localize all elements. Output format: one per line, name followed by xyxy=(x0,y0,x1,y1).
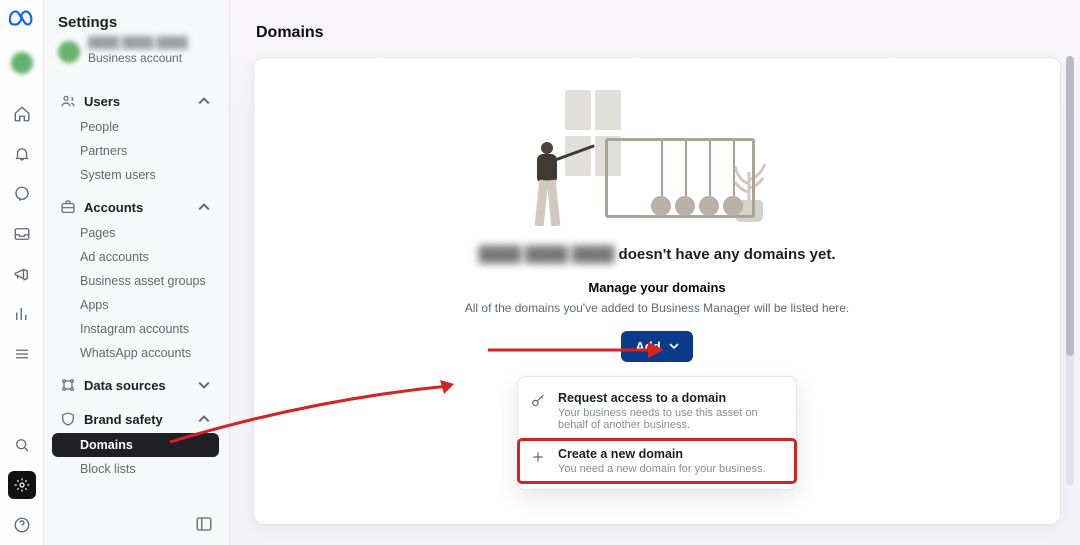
plus-icon xyxy=(530,449,548,467)
sidebar-item-business-asset-groups[interactable]: Business asset groups xyxy=(52,269,219,293)
nav-rail xyxy=(0,0,44,545)
sidebar-group-accounts[interactable]: Accounts xyxy=(52,193,219,221)
sidebar-item-system-users[interactable]: System users xyxy=(52,163,219,187)
home-icon[interactable] xyxy=(12,104,32,124)
main-content: Domains xyxy=(230,0,1080,545)
empty-state-title: ████ ████ ████ doesn't have any domains … xyxy=(478,246,835,264)
sidebar-group-brand-safety[interactable]: Brand safety xyxy=(52,405,219,433)
settings-icon[interactable] xyxy=(8,471,36,499)
menu-item-desc: Your business needs to use this asset on… xyxy=(558,407,778,431)
chat-icon[interactable] xyxy=(12,184,32,204)
users-icon xyxy=(60,93,76,109)
sidebar-group-users[interactable]: Users xyxy=(52,87,219,115)
datasource-icon xyxy=(60,377,76,393)
empty-state-subheading: Manage your domains xyxy=(588,280,725,295)
domains-card: ████ ████ ████ doesn't have any domains … xyxy=(254,58,1060,524)
menu-item-title: Create a new domain xyxy=(558,447,766,461)
megaphone-icon[interactable] xyxy=(12,264,32,284)
sidebar-item-instagram-accounts[interactable]: Instagram accounts xyxy=(52,317,219,341)
collapse-panel-icon[interactable] xyxy=(195,515,215,535)
menu-icon[interactable] xyxy=(12,344,32,364)
scrollbar[interactable] xyxy=(1066,56,1074,486)
empty-state-desc: All of the domains you've added to Busin… xyxy=(465,301,850,315)
business-name: ████ ████ ████ xyxy=(88,37,188,49)
sidebar-item-partners[interactable]: Partners xyxy=(52,139,219,163)
menu-item-title: Request access to a domain xyxy=(558,391,778,405)
sidebar-group-label: Brand safety xyxy=(84,412,163,427)
empty-state-illustration xyxy=(527,86,787,226)
business-avatar xyxy=(58,41,80,63)
sidebar-group-label: Users xyxy=(84,94,120,109)
menu-item-create-domain[interactable]: Create a new domain You need a new domain… xyxy=(518,439,796,483)
add-button[interactable]: Add xyxy=(621,331,692,362)
sidebar-item-pages[interactable]: Pages xyxy=(52,221,219,245)
sidebar-title: Settings xyxy=(58,14,117,31)
key-icon xyxy=(530,393,548,411)
sidebar-item-people[interactable]: People xyxy=(52,115,219,139)
chevron-icon xyxy=(197,94,211,108)
add-button-label: Add xyxy=(635,339,660,354)
sidebar: Settings ████ ████ ████ Business account… xyxy=(44,0,230,545)
inbox-icon[interactable] xyxy=(12,224,32,244)
sidebar-group-label: Accounts xyxy=(84,200,143,215)
sidebar-group-label: Data sources xyxy=(84,378,166,393)
menu-item-desc: You need a new domain for your business. xyxy=(558,463,766,475)
sidebar-item-whatsapp-accounts[interactable]: WhatsApp accounts xyxy=(52,341,219,365)
meta-logo xyxy=(9,10,35,36)
sidebar-group-data-sources[interactable]: Data sources xyxy=(52,371,219,399)
chevron-icon xyxy=(197,378,211,392)
chevron-icon xyxy=(197,412,211,426)
add-dropdown: Request access to a domain Your business … xyxy=(517,376,797,490)
menu-item-request-access[interactable]: Request access to a domain Your business … xyxy=(518,383,796,439)
chevron-down-icon xyxy=(669,339,679,354)
chevron-icon xyxy=(197,200,211,214)
sidebar-item-ad-accounts[interactable]: Ad accounts xyxy=(52,245,219,269)
business-switcher[interactable]: ████ ████ ████ Business account xyxy=(52,35,219,81)
search-icon[interactable] xyxy=(12,435,32,455)
business-type: Business account xyxy=(88,51,182,65)
page-title: Domains xyxy=(256,24,1060,42)
briefcase-icon xyxy=(60,199,76,215)
bars-icon[interactable] xyxy=(12,304,32,324)
help-icon[interactable] xyxy=(12,515,32,535)
shield-icon xyxy=(60,411,76,427)
sidebar-item-domains[interactable]: Domains xyxy=(52,433,219,457)
sidebar-item-apps[interactable]: Apps xyxy=(52,293,219,317)
sidebar-item-block-lists[interactable]: Block lists xyxy=(52,457,219,481)
bell-icon[interactable] xyxy=(12,144,32,164)
avatar[interactable] xyxy=(11,52,33,74)
